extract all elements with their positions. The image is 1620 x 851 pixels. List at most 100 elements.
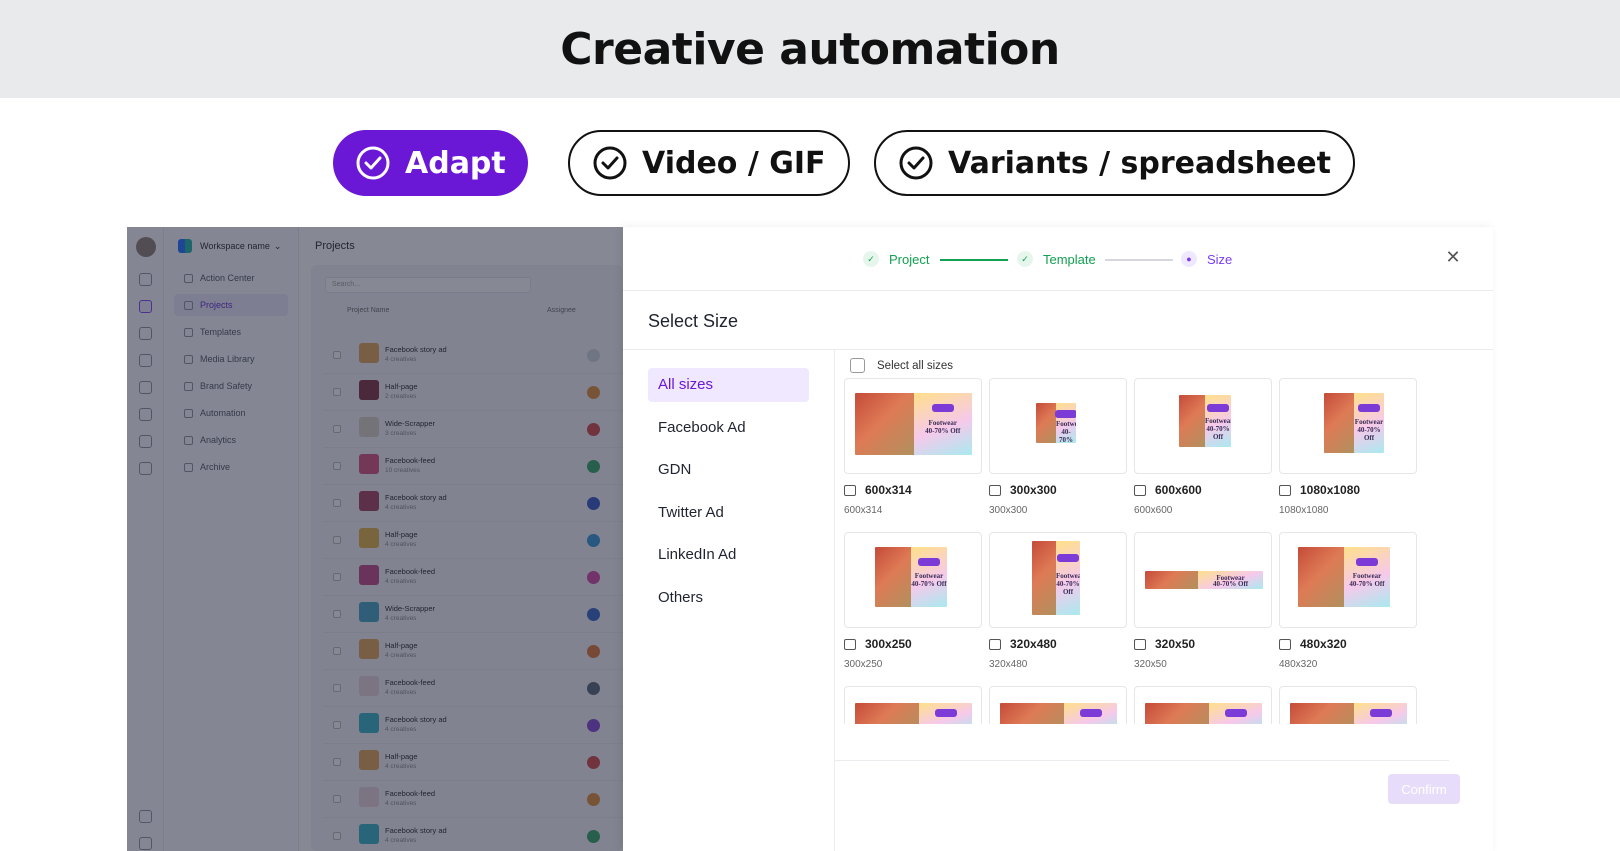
avatar[interactable] <box>136 237 156 257</box>
row-checkbox[interactable] <box>333 536 341 544</box>
assignee-avatar[interactable] <box>587 460 600 473</box>
row-checkbox[interactable] <box>333 795 341 803</box>
category-facebook-ad[interactable]: Facebook Ad <box>648 411 809 445</box>
category-gdn[interactable]: GDN <box>648 453 809 487</box>
table-row[interactable]: Wide-Scrapper 3 creatives <box>323 411 623 448</box>
sidebar-item-archive[interactable]: Archive <box>174 456 288 478</box>
pill-video-gif[interactable]: Video / GIF <box>568 130 850 196</box>
table-row[interactable]: Half-page 4 creatives <box>323 744 623 781</box>
project-creatives: 4 creatives <box>385 652 417 659</box>
size-card[interactable]: Footwear40-70% Off 320x480 320x480 <box>989 532 1127 670</box>
table-row[interactable]: Facebook story ad 4 creatives <box>323 707 623 744</box>
sidebar-item-media-library[interactable]: Media Library <box>174 348 288 370</box>
row-checkbox[interactable] <box>333 832 341 840</box>
size-card-partial[interactable] <box>1134 686 1272 724</box>
size-card[interactable]: Footwear 40-70% Off 1080x1080 1080x1080 <box>1279 378 1417 516</box>
table-row[interactable]: Facebook story ad 4 creatives <box>323 818 623 851</box>
sidebar-item-automation[interactable]: Automation <box>174 402 288 424</box>
table-row[interactable]: Facebook story ad 4 creatives <box>323 337 623 374</box>
logout-icon[interactable] <box>139 837 152 850</box>
play-icon[interactable] <box>139 462 152 475</box>
size-preview <box>1279 686 1417 724</box>
size-card[interactable]: Footwear 40-70% Off 600x600 600x600 <box>1134 378 1272 516</box>
workspace-switcher[interactable]: Workspace name ⌄ <box>178 239 281 253</box>
assignee-avatar[interactable] <box>587 571 600 584</box>
assignee-avatar[interactable] <box>587 386 600 399</box>
sidebar-item-projects[interactable]: Projects <box>174 294 288 316</box>
category-all-sizes[interactable]: All sizes <box>648 368 809 402</box>
step-label: Template <box>1043 251 1096 267</box>
size-card-partial[interactable] <box>989 686 1127 724</box>
category-others[interactable]: Others <box>648 581 809 615</box>
size-name-label: 320x480 <box>1010 637 1057 651</box>
size-card[interactable]: Footwear40-70% Off 300x300 300x300 <box>989 378 1127 516</box>
row-checkbox[interactable] <box>333 684 341 692</box>
assignee-avatar[interactable] <box>587 497 600 510</box>
bag-icon[interactable] <box>139 408 152 421</box>
select-all-sizes[interactable]: Select all sizes <box>850 358 953 373</box>
assignee-avatar[interactable] <box>587 793 600 806</box>
row-checkbox[interactable] <box>333 573 341 581</box>
size-card-partial[interactable] <box>844 686 982 724</box>
sidebar-item-brand-safety[interactable]: Brand Safety <box>174 375 288 397</box>
table-row[interactable]: Facebook-feed 4 creatives <box>323 559 623 596</box>
sidebar-item-templates[interactable]: Templates <box>174 321 288 343</box>
confirm-button[interactable]: Confirm <box>1388 774 1460 804</box>
row-checkbox[interactable] <box>333 462 341 470</box>
table-row[interactable]: Wide-Scrapper 4 creatives <box>323 596 623 633</box>
row-checkbox[interactable] <box>333 758 341 766</box>
row-checkbox[interactable] <box>333 610 341 618</box>
row-checkbox[interactable] <box>333 388 341 396</box>
row-checkbox[interactable] <box>333 721 341 729</box>
users-icon[interactable] <box>139 354 152 367</box>
table-row[interactable]: Facebook-feed 10 creatives <box>323 448 623 485</box>
sidebar-item-analytics[interactable]: Analytics <box>174 429 288 451</box>
close-icon[interactable]: ✕ <box>1443 247 1463 267</box>
table-row[interactable]: Half-page 4 creatives <box>323 633 623 670</box>
table-row[interactable]: Facebook story ad 4 creatives <box>323 485 623 522</box>
grid-icon[interactable] <box>139 300 152 313</box>
help-icon[interactable] <box>139 810 152 823</box>
search-input[interactable]: Search... <box>325 277 531 293</box>
document-icon[interactable] <box>139 327 152 340</box>
sidebar-item-action-center[interactable]: Action Center <box>174 267 288 289</box>
ad-text-line1: Footwear <box>1056 420 1076 428</box>
image-icon <box>1134 484 1146 496</box>
row-checkbox[interactable] <box>333 499 341 507</box>
folder-icon <box>184 300 193 310</box>
size-card[interactable]: Footwear 40-70% Off 480x320 480x320 <box>1279 532 1417 670</box>
ad-text-line2: 40-70% Off <box>911 580 947 588</box>
divider <box>623 349 1493 350</box>
size-dimensions: 1080x1080 <box>1279 505 1329 516</box>
table-row[interactable]: Half-page 4 creatives <box>323 522 623 559</box>
assignee-avatar[interactable] <box>587 830 600 843</box>
row-checkbox[interactable] <box>333 647 341 655</box>
category-linkedin-ad[interactable]: LinkedIn Ad <box>648 538 809 572</box>
assignee-avatar[interactable] <box>587 682 600 695</box>
assignee-avatar[interactable] <box>587 608 600 621</box>
chart-icon[interactable] <box>139 381 152 394</box>
size-card[interactable]: Footwear 40-70% Off 600x314 600x314 <box>844 378 982 516</box>
pill-variants-spreadsheet[interactable]: Variants / spreadsheet <box>874 130 1355 196</box>
select-all-checkbox[interactable] <box>850 358 865 373</box>
size-card-partial[interactable] <box>1279 686 1417 724</box>
assignee-avatar[interactable] <box>587 349 600 362</box>
assignee-avatar[interactable] <box>587 719 600 732</box>
assignee-avatar[interactable] <box>587 645 600 658</box>
assignee-avatar[interactable] <box>587 756 600 769</box>
column-project-name[interactable]: Project Name <box>347 307 389 314</box>
home-icon[interactable] <box>139 273 152 286</box>
category-twitter-ad[interactable]: Twitter Ad <box>648 496 809 530</box>
column-assignee[interactable]: Assignee <box>547 307 576 314</box>
table-row[interactable]: Facebook-feed 4 creatives <box>323 670 623 707</box>
pill-adapt[interactable]: Adapt <box>333 130 528 196</box>
table-row[interactable]: Half-page 2 creatives <box>323 374 623 411</box>
row-checkbox[interactable] <box>333 351 341 359</box>
assignee-avatar[interactable] <box>587 423 600 436</box>
table-row[interactable]: Facebook-feed 4 creatives <box>323 781 623 818</box>
assignee-avatar[interactable] <box>587 534 600 547</box>
row-checkbox[interactable] <box>333 425 341 433</box>
size-card[interactable]: Footwear 40-70% Off 320x50 320x50 <box>1134 532 1272 670</box>
size-card[interactable]: Footwear 40-70% Off 300x250 300x250 <box>844 532 982 670</box>
gear-icon[interactable] <box>139 435 152 448</box>
